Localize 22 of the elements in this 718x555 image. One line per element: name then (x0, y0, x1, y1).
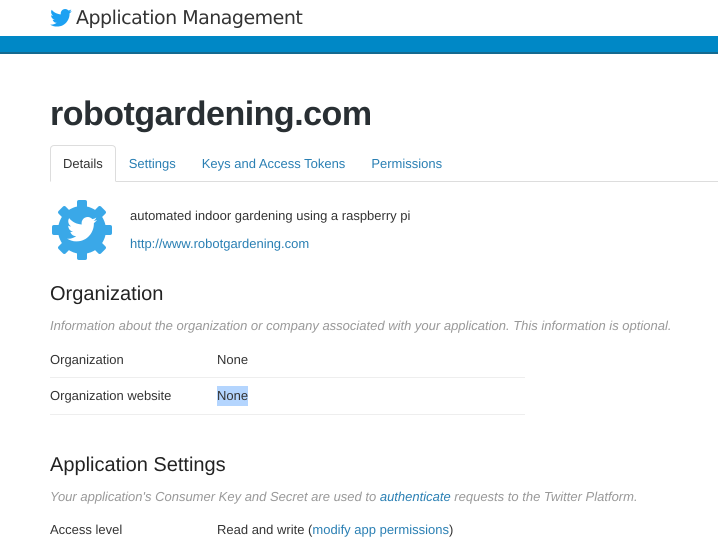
field-value: Read and write (modify app permissions) (217, 521, 454, 540)
bird-icon (50, 9, 72, 27)
tab[interactable]: Details (50, 144, 116, 182)
tab[interactable]: Keys and Access Tokens (188, 144, 358, 182)
app-description: automated indoor gardening using a raspberry pi (130, 207, 410, 226)
gear-bird-icon (50, 198, 114, 262)
tab[interactable]: Settings (116, 144, 189, 182)
header-title: Application Management (76, 6, 302, 31)
section-heading: Organization (50, 282, 164, 306)
field-value: None (217, 386, 248, 406)
tab[interactable]: Permissions (358, 144, 456, 182)
section-note: Your application's Consumer Key and Secret are used to authenticate requests to the Twitter Platform. (50, 488, 639, 506)
field-label: Organization (50, 350, 125, 369)
field-label: Organization website (50, 387, 172, 406)
section-note: Information about the organization or company associated with your application. This information is optional. (50, 317, 672, 336)
field-label: Access level (50, 521, 124, 540)
permissions-link[interactable]: modify app permissions (312, 522, 449, 538)
app-name: robotgardening.com (50, 94, 373, 135)
field-value: None (217, 350, 248, 369)
app-url-link[interactable]: http://www.robotgardening.com (130, 234, 310, 254)
authenticate-link[interactable]: authenticate (380, 488, 451, 504)
section-heading: Application Settings (50, 452, 227, 477)
